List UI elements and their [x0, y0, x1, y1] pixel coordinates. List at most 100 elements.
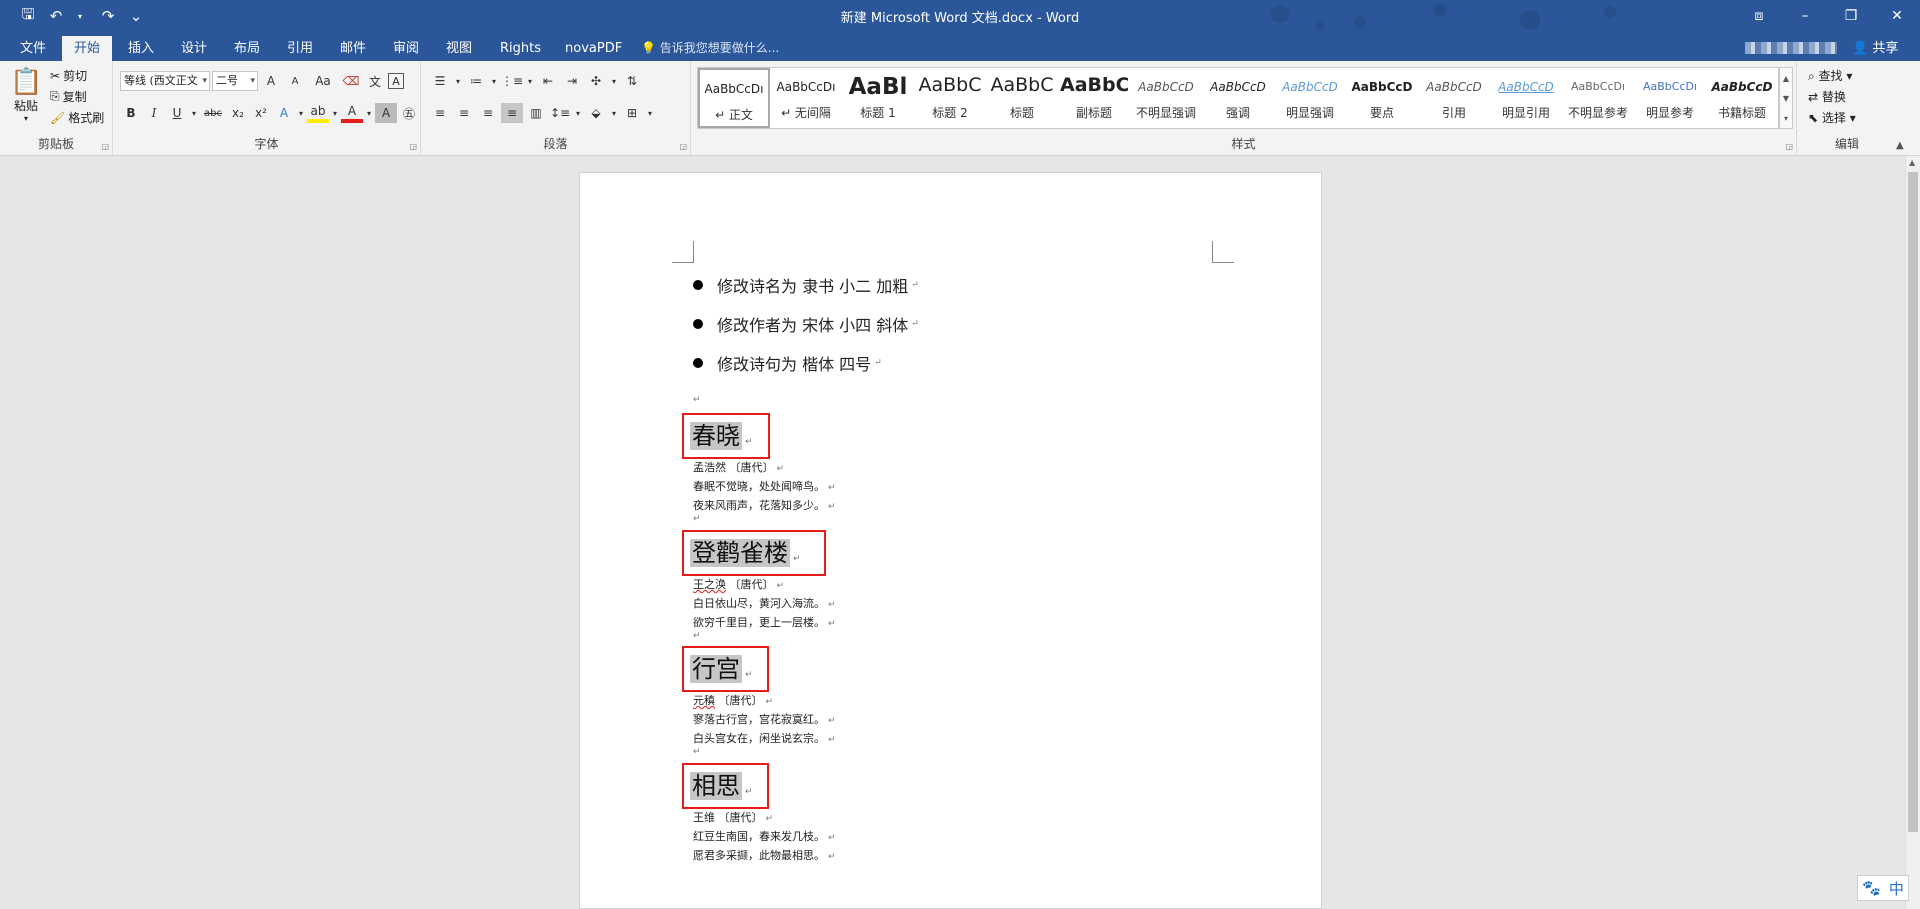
style-emphasis[interactable]: AaBbCcD 强调 — [1202, 68, 1274, 128]
style-heading-1[interactable]: AaBl 标题 1 — [842, 68, 914, 128]
style-heading-2[interactable]: AaBbC 标题 2 — [914, 68, 986, 128]
superscript-icon[interactable]: x² — [250, 103, 272, 123]
restore-icon[interactable]: ❐ — [1828, 0, 1874, 32]
style-strong[interactable]: AaBbCcD 要点 — [1346, 68, 1418, 128]
tab-view[interactable]: 视图 — [434, 36, 484, 61]
styles-launcher-icon[interactable]: ◲ — [1785, 142, 1793, 151]
strikethrough-icon[interactable]: abc — [200, 103, 226, 123]
align-left-icon[interactable]: ≡ — [429, 103, 451, 123]
italic-icon[interactable]: I — [143, 103, 165, 123]
decrease-indent-icon[interactable]: ⇤ — [537, 71, 559, 91]
align-center-icon[interactable]: ≡ — [453, 103, 475, 123]
styles-gallery-scroll[interactable]: ▲ ▼ ▾ — [1779, 67, 1793, 129]
change-case-icon[interactable]: Aa — [308, 71, 338, 91]
tell-me-box[interactable]: 💡 告诉我您想要做什么... — [641, 36, 779, 61]
select-button[interactable]: ⬉ 选择 ▾ — [1808, 109, 1856, 126]
phonetic-guide-icon[interactable]: 文 — [364, 71, 386, 91]
highlight-dropdown-icon[interactable]: ▾ — [330, 103, 340, 123]
poem-title-box[interactable]: 春晓 ↵ — [682, 413, 770, 459]
distributed-icon[interactable]: ▥ — [525, 103, 547, 123]
poem-title-box[interactable]: 相思 ↵ — [682, 763, 769, 809]
format-painter-button[interactable]: 🖌 格式刷 — [50, 109, 104, 126]
bullet-item[interactable]: 修改作者为 宋体 小四 斜体 ↵ — [693, 312, 919, 336]
tab-design[interactable]: 设计 — [169, 36, 219, 61]
ime-indicator[interactable]: 🐾 中 — [1857, 875, 1909, 901]
scroll-up-arrow-icon[interactable]: ▲ — [1909, 158, 1915, 167]
borders-dropdown-icon[interactable]: ▾ — [645, 103, 655, 123]
bullets-icon[interactable]: ☰ — [429, 71, 451, 91]
bullets-dropdown-icon[interactable]: ▾ — [453, 71, 463, 91]
replace-button[interactable]: ⇄ 替换 — [1808, 88, 1856, 105]
shading-icon[interactable]: ⬙ — [585, 103, 607, 123]
tab-insert[interactable]: 插入 — [116, 36, 166, 61]
scrollbar-thumb[interactable] — [1908, 172, 1918, 832]
collapse-ribbon-icon[interactable]: ▲ — [1896, 140, 1904, 151]
share-button[interactable]: 👤 共享 — [1852, 36, 1898, 61]
style-book-title[interactable]: AaBbCcD 书籍标题 — [1706, 68, 1778, 128]
enclose-characters-icon[interactable]: ㊄ — [398, 103, 420, 123]
borders-icon[interactable]: ⊞ — [621, 103, 643, 123]
paragraph-launcher-icon[interactable]: ◲ — [679, 142, 687, 151]
numbering-dropdown-icon[interactable]: ▾ — [489, 71, 499, 91]
grow-font-icon[interactable]: A — [260, 71, 282, 91]
more-styles-icon[interactable]: ▾ — [1784, 114, 1788, 123]
style-no-spacing[interactable]: AaBbCcDı ↵ 无间隔 — [770, 68, 842, 128]
font-size-select[interactable]: 二号 — [212, 71, 258, 91]
sort-icon[interactable]: ⇅ — [621, 71, 643, 91]
style-intense-reference[interactable]: AaBbCcDı 明显参考 — [1634, 68, 1706, 128]
poem-title-box[interactable]: 登鹳雀楼 ↵ — [682, 530, 826, 576]
align-right-icon[interactable]: ≡ — [477, 103, 499, 123]
increase-indent-icon[interactable]: ⇥ — [561, 71, 583, 91]
character-border-icon[interactable]: A — [388, 73, 404, 89]
close-icon[interactable]: ✕ — [1874, 0, 1920, 32]
bullet-item[interactable]: 修改诗句为 楷体 四号 ↵ — [693, 351, 882, 375]
scroll-up-icon[interactable]: ▲ — [1783, 74, 1789, 83]
scroll-down-icon[interactable]: ▼ — [1783, 94, 1789, 103]
tab-file[interactable]: 文件 — [8, 36, 58, 61]
tab-home[interactable]: 开始 — [62, 36, 113, 61]
tab-review[interactable]: 审阅 — [381, 36, 431, 61]
clear-formatting-icon[interactable]: ⌫ — [340, 71, 362, 91]
subscript-icon[interactable]: x₂ — [227, 103, 249, 123]
style-title[interactable]: AaBbC 标题 — [986, 68, 1058, 128]
tab-layout[interactable]: 布局 — [222, 36, 272, 61]
font-color-dropdown-icon[interactable]: ▾ — [364, 103, 374, 123]
user-account-blurred[interactable] — [1745, 42, 1837, 54]
line-spacing-dropdown-icon[interactable]: ▾ — [573, 103, 583, 123]
chinese-layout-dropdown-icon[interactable]: ▾ — [609, 71, 619, 91]
tab-mailings[interactable]: 邮件 — [328, 36, 378, 61]
style-subtle-reference[interactable]: AaBbCcDı 不明显参考 — [1562, 68, 1634, 128]
shrink-font-icon[interactable]: A — [284, 71, 306, 91]
underline-dropdown-icon[interactable]: ▾ — [189, 103, 199, 123]
style-quote[interactable]: AaBbCcD 引用 — [1418, 68, 1490, 128]
poem-title-box[interactable]: 行宫 ↵ — [682, 646, 769, 692]
copy-button[interactable]: ⎘ 复制 — [50, 88, 104, 105]
underline-icon[interactable]: U — [166, 103, 188, 123]
cut-button[interactable]: ✂ 剪切 — [50, 67, 104, 84]
tab-novapdf[interactable]: novaPDF — [553, 36, 634, 61]
paste-button[interactable]: 📋 粘贴 ▾ — [10, 67, 42, 123]
multilevel-dropdown-icon[interactable]: ▾ — [525, 71, 535, 91]
document-page[interactable]: 修改诗名为 隶书 小二 加粗 ↵ 修改作者为 宋体 小四 斜体 ↵ 修改诗句为 楷… — [579, 172, 1322, 909]
numbering-icon[interactable]: ≔ — [465, 71, 487, 91]
font-color-icon[interactable]: A — [341, 103, 363, 123]
bold-icon[interactable]: B — [120, 103, 142, 123]
chinese-layout-icon[interactable]: ✣ — [585, 71, 607, 91]
shading-dropdown-icon[interactable]: ▾ — [609, 103, 619, 123]
justify-icon[interactable]: ≡ — [501, 103, 523, 123]
font-launcher-icon[interactable]: ◲ — [409, 142, 417, 151]
find-button[interactable]: ⌕ 查找 ▾ — [1808, 67, 1856, 84]
style-intense-emphasis[interactable]: AaBbCcD 明显强调 — [1274, 68, 1346, 128]
line-spacing-icon[interactable]: ↕≡ — [549, 103, 571, 123]
font-name-select[interactable]: 等线 (西文正文 — [120, 71, 210, 91]
multilevel-list-icon[interactable]: ⋮≡ — [501, 71, 523, 91]
style-intense-quote[interactable]: AaBbCcD 明显引用 — [1490, 68, 1562, 128]
style-subtle-emphasis[interactable]: AaBbCcD 不明显强调 — [1130, 68, 1202, 128]
text-effects-icon[interactable]: A — [273, 103, 295, 123]
highlight-icon[interactable]: ab — [307, 103, 329, 123]
vertical-scrollbar[interactable]: ▲ — [1905, 156, 1920, 909]
character-shading-icon[interactable]: A — [375, 103, 397, 123]
minimize-icon[interactable]: – — [1782, 0, 1828, 32]
bullet-item[interactable]: 修改诗名为 隶书 小二 加粗 ↵ — [693, 273, 919, 297]
style-normal[interactable]: AaBbCcDı ↵ 正文 — [698, 68, 770, 128]
